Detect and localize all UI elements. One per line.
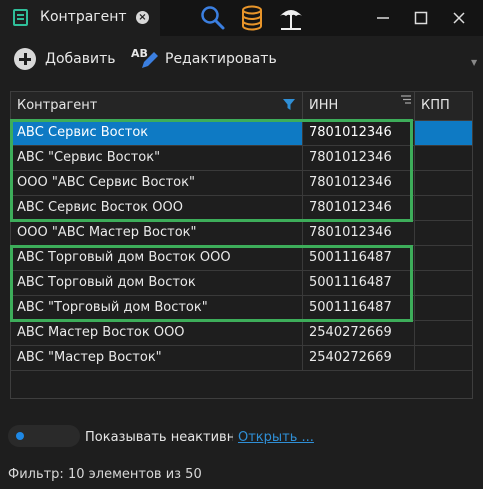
column-header-inn[interactable]: ИНН xyxy=(303,92,415,120)
cell-kpp xyxy=(415,246,472,270)
table-row[interactable]: АВС Торговый дом Восток ООО 5001116487 xyxy=(11,246,472,271)
table-row[interactable]: ООО "АВС Мастер Восток" 7801012346 xyxy=(11,221,472,246)
table-row[interactable]: АВС Сервис Восток 7801012346 xyxy=(11,121,472,146)
tab-close-icon[interactable]: × xyxy=(136,11,149,24)
cell-kpp xyxy=(415,171,472,195)
plus-icon xyxy=(14,48,36,70)
column-header-label: КПП xyxy=(421,98,450,113)
tab-kontragent[interactable]: Контрагент × xyxy=(0,0,160,36)
open-link[interactable]: Открыть ... xyxy=(238,430,314,445)
cell-inn: 7801012346 xyxy=(303,221,415,245)
cell-name: АВС Сервис Восток xyxy=(11,121,303,145)
column-header-label: ИНН xyxy=(309,98,339,113)
column-header-name[interactable]: Контрагент xyxy=(11,92,303,120)
cell-name: АВС Сервис Восток ООО xyxy=(11,196,303,220)
kontragent-grid: Контрагент ИНН КПП АВС Сервис Восток 780… xyxy=(10,91,473,399)
toggle-knob xyxy=(16,432,24,440)
edit-pencil-icon: AB xyxy=(131,47,159,70)
filter-icon[interactable] xyxy=(283,99,295,111)
cell-name: АВС "Сервис Восток" xyxy=(11,146,303,170)
cell-kpp xyxy=(415,296,472,320)
close-icon[interactable] xyxy=(449,8,469,28)
cell-kpp xyxy=(415,321,472,345)
table-row[interactable]: АВС "Сервис Восток" 7801012346 xyxy=(11,146,472,171)
toolbar-overflow-icon[interactable]: ▼ xyxy=(471,58,477,67)
filter-status: Фильтр: 10 элементов из 50 xyxy=(8,467,202,482)
add-button[interactable]: Добавить xyxy=(14,48,115,70)
table-row[interactable]: АВС Сервис Восток ООО 7801012346 xyxy=(11,196,472,221)
column-header-kpp[interactable]: КПП xyxy=(415,92,472,120)
title-bar: Контрагент × xyxy=(0,0,483,36)
cell-name: АВС "Мастер Восток" xyxy=(11,346,303,370)
cell-name: ООО "АВС Сервис Восток" xyxy=(11,171,303,195)
cell-kpp xyxy=(415,221,472,245)
cell-inn: 5001116487 xyxy=(303,246,415,270)
cell-inn: 7801012346 xyxy=(303,121,415,145)
cell-name: АВС Торговый дом Восток ООО xyxy=(11,246,303,270)
table-row[interactable]: АВС "Торговый дом Восток" 5001116487 xyxy=(11,296,472,321)
search-icon[interactable] xyxy=(199,4,227,32)
cell-kpp xyxy=(415,271,472,295)
sort-lines-icon[interactable] xyxy=(401,95,411,104)
cell-kpp xyxy=(415,196,472,220)
cell-name: АВС "Торговый дом Восток" xyxy=(11,296,303,320)
add-label: Добавить xyxy=(45,51,116,67)
tab-title: Контрагент xyxy=(40,9,127,25)
table-row[interactable]: АВС Торговый дом Восток 5001116487 xyxy=(11,271,472,296)
show-inactive-toggle[interactable] xyxy=(8,425,80,447)
grid-header: Контрагент ИНН КПП xyxy=(11,92,472,121)
cell-kpp xyxy=(415,146,472,170)
cell-name: АВС Мастер Восток ООО xyxy=(11,321,303,345)
cell-inn: 2540272669 xyxy=(303,346,415,370)
cell-inn: 2540272669 xyxy=(303,321,415,345)
table-row[interactable]: ООО "АВС Сервис Восток" 7801012346 xyxy=(11,171,472,196)
maximize-icon[interactable] xyxy=(411,8,431,28)
database-icon[interactable] xyxy=(238,4,266,32)
minimize-icon[interactable] xyxy=(373,8,393,28)
table-row[interactable]: АВС Мастер Восток ООО 2540272669 xyxy=(11,321,472,346)
table-row[interactable]: АВС "Мастер Восток" 2540272669 xyxy=(11,346,472,371)
column-header-label: Контрагент xyxy=(17,98,98,113)
cell-name: АВС Торговый дом Восток xyxy=(11,271,303,295)
cell-kpp xyxy=(415,346,472,370)
cell-inn: 5001116487 xyxy=(303,296,415,320)
edit-button[interactable]: AB Редактировать xyxy=(131,47,277,70)
cell-kpp xyxy=(415,121,472,145)
cell-inn: 7801012346 xyxy=(303,171,415,195)
show-inactive-label: Показывать неактивные xyxy=(85,430,233,445)
document-icon xyxy=(13,9,28,26)
toolbar: Добавить AB Редактировать ▼ xyxy=(0,44,483,76)
cell-inn: 7801012346 xyxy=(303,146,415,170)
beach-umbrella-icon[interactable] xyxy=(277,4,305,32)
cell-inn: 5001116487 xyxy=(303,271,415,295)
cell-inn: 7801012346 xyxy=(303,196,415,220)
cell-name: ООО "АВС Мастер Восток" xyxy=(11,221,303,245)
edit-label: Редактировать xyxy=(165,51,277,67)
